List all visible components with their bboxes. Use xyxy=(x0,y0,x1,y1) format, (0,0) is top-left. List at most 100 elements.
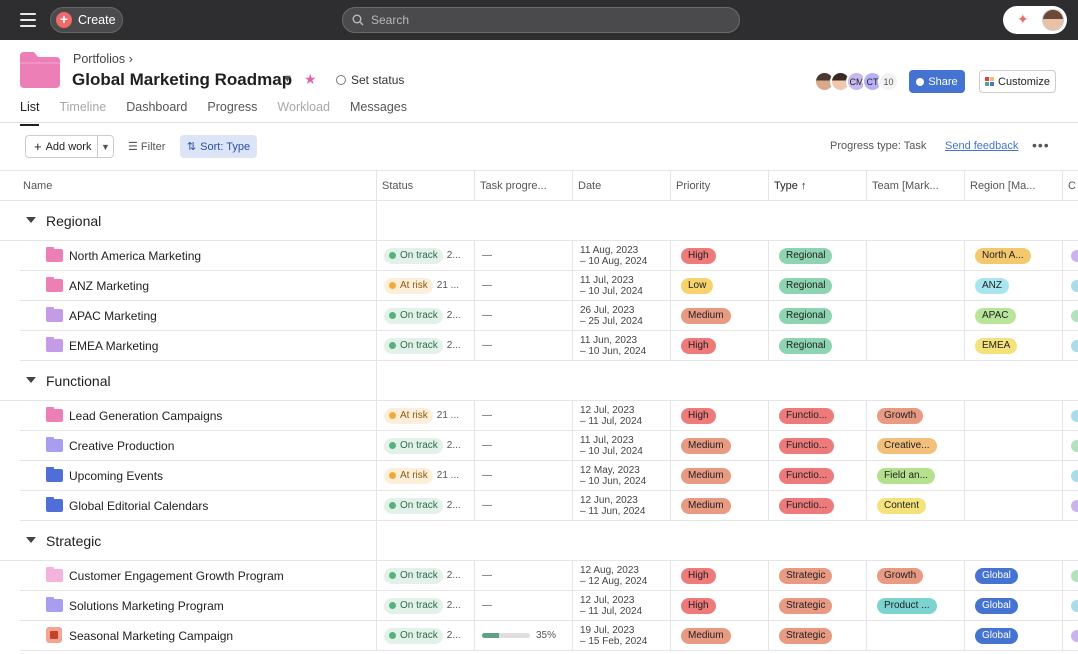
type-cell[interactable]: Functio... xyxy=(769,431,867,460)
tab-dashboard[interactable]: Dashboard xyxy=(126,100,187,122)
progress-cell[interactable]: — xyxy=(475,241,573,270)
type-cell[interactable]: Regional xyxy=(769,331,867,360)
priority-cell[interactable]: Medium xyxy=(671,301,769,330)
date-cell[interactable]: 26 Jul, 2023– 25 Jul, 2024 xyxy=(573,301,671,330)
name-cell[interactable]: North America Marketing xyxy=(20,241,377,270)
region-cell[interactable]: Global xyxy=(965,591,1063,620)
extra-cell[interactable] xyxy=(1063,621,1078,650)
priority-cell[interactable]: Medium xyxy=(671,491,769,520)
tab-progress[interactable]: Progress xyxy=(207,100,257,122)
table-row[interactable]: Creative Production On track 2... — 11 Jul, … xyxy=(20,431,1078,461)
type-cell[interactable]: Regional xyxy=(769,271,867,300)
sort-button[interactable]: ⇅ Sort: Type xyxy=(180,135,257,158)
create-button[interactable]: + Create xyxy=(50,7,123,33)
team-cell[interactable] xyxy=(867,331,965,360)
type-cell[interactable]: Functio... xyxy=(769,401,867,430)
priority-cell[interactable]: High xyxy=(671,401,769,430)
team-cell[interactable]: Growth xyxy=(867,561,965,590)
search-input[interactable]: Search xyxy=(342,7,740,33)
add-work-main[interactable]: + Add work xyxy=(26,136,98,157)
name-cell[interactable]: EMEA Marketing xyxy=(20,331,377,360)
priority-cell[interactable]: Medium xyxy=(671,621,769,650)
progress-cell[interactable]: — xyxy=(475,591,573,620)
row-name[interactable]: Global Editorial Calendars xyxy=(69,499,208,513)
table-row[interactable]: Solutions Marketing Program On track 2... —… xyxy=(20,591,1078,621)
row-name[interactable]: EMEA Marketing xyxy=(69,339,158,353)
table-row[interactable]: North America Marketing On track 2... — 11 A… xyxy=(20,241,1078,271)
status-cell[interactable]: At risk 21 ... xyxy=(377,461,475,490)
type-cell[interactable]: Functio... xyxy=(769,491,867,520)
status-cell[interactable]: At risk 21 ... xyxy=(377,401,475,430)
extra-cell[interactable] xyxy=(1063,591,1078,620)
name-cell[interactable]: Global Editorial Calendars xyxy=(20,491,377,520)
progress-type-selector[interactable]: Progress type: Task xyxy=(830,140,926,152)
name-cell[interactable]: Customer Engagement Growth Program xyxy=(20,561,377,590)
region-cell[interactable] xyxy=(965,401,1063,430)
date-cell[interactable]: 12 Jul, 2023– 11 Jul, 2024 xyxy=(573,591,671,620)
team-cell[interactable] xyxy=(867,621,965,650)
region-cell[interactable]: Global xyxy=(965,621,1063,650)
table-row[interactable]: APAC Marketing On track 2... — 26 Jul, 2023–… xyxy=(20,301,1078,331)
chevron-down-icon[interactable]: ▼ xyxy=(98,142,113,152)
section-header[interactable]: Regional xyxy=(0,201,1078,241)
type-cell[interactable]: Strategic xyxy=(769,591,867,620)
type-cell[interactable]: Functio... xyxy=(769,461,867,490)
progress-cell[interactable]: — xyxy=(475,331,573,360)
member-avatars[interactable]: CM CT 10 xyxy=(814,71,899,92)
name-cell[interactable]: Lead Generation Campaigns xyxy=(20,401,377,430)
extra-cell[interactable] xyxy=(1063,461,1078,490)
extra-cell[interactable] xyxy=(1063,271,1078,300)
progress-cell[interactable]: 35% xyxy=(475,621,573,650)
progress-cell[interactable]: — xyxy=(475,271,573,300)
section-header[interactable]: Functional xyxy=(0,361,1078,401)
filter-button[interactable]: ☰ Filter xyxy=(128,140,165,153)
extra-cell[interactable] xyxy=(1063,331,1078,360)
account-button[interactable]: ✦ xyxy=(1003,6,1067,34)
table-row[interactable]: EMEA Marketing On track 2... — 11 Jun, 2023–… xyxy=(20,331,1078,361)
progress-cell[interactable]: — xyxy=(475,431,573,460)
row-name[interactable]: North America Marketing xyxy=(69,249,201,263)
table-row[interactable]: Upcoming Events At risk 21 ... — 12 May, 202… xyxy=(20,461,1078,491)
column-header-task-progress[interactable]: Task progre... xyxy=(475,171,573,201)
date-cell[interactable]: 12 Jun, 2023– 11 Jun, 2024 xyxy=(573,491,671,520)
caret-down-icon[interactable] xyxy=(26,377,36,383)
name-cell[interactable]: ANZ Marketing xyxy=(20,271,377,300)
row-name[interactable]: Lead Generation Campaigns xyxy=(69,409,222,423)
extra-cell[interactable] xyxy=(1063,561,1078,590)
row-name[interactable]: Upcoming Events xyxy=(69,469,163,483)
more-options-icon[interactable]: ••• xyxy=(1032,137,1050,153)
tab-list[interactable]: List xyxy=(20,100,40,126)
tab-timeline[interactable]: Timeline xyxy=(59,100,106,122)
row-name[interactable]: Customer Engagement Growth Program xyxy=(69,569,284,583)
column-header-name[interactable]: Name xyxy=(18,171,377,201)
progress-cell[interactable]: — xyxy=(475,301,573,330)
row-name[interactable]: APAC Marketing xyxy=(69,309,157,323)
extra-cell[interactable] xyxy=(1063,401,1078,430)
status-cell[interactable]: On track 2... xyxy=(377,561,475,590)
status-cell[interactable]: On track 2... xyxy=(377,621,475,650)
table-row[interactable]: Global Editorial Calendars On track 2... — 1… xyxy=(20,491,1078,521)
date-cell[interactable]: 12 May, 2023– 10 Jun, 2024 xyxy=(573,461,671,490)
progress-cell[interactable]: — xyxy=(475,561,573,590)
team-cell[interactable]: Creative... xyxy=(867,431,965,460)
priority-cell[interactable]: Medium xyxy=(671,461,769,490)
row-name[interactable]: Seasonal Marketing Campaign xyxy=(69,629,233,643)
status-cell[interactable]: On track 2... xyxy=(377,331,475,360)
region-cell[interactable] xyxy=(965,461,1063,490)
row-name[interactable]: ANZ Marketing xyxy=(69,279,149,293)
customize-button[interactable]: Customize xyxy=(979,70,1056,93)
name-cell[interactable]: Creative Production xyxy=(20,431,377,460)
priority-cell[interactable]: High xyxy=(671,331,769,360)
table-row[interactable]: Seasonal Marketing Campaign On track 2... 3… xyxy=(20,621,1078,651)
extra-cell[interactable] xyxy=(1063,491,1078,520)
column-header-extra[interactable]: C xyxy=(1063,171,1078,201)
table-row[interactable]: Customer Engagement Growth Program On tra… xyxy=(20,561,1078,591)
priority-cell[interactable]: High xyxy=(671,561,769,590)
priority-cell[interactable]: High xyxy=(671,591,769,620)
row-name[interactable]: Solutions Marketing Program xyxy=(69,599,224,613)
date-cell[interactable]: 11 Jul, 2023– 10 Jul, 2024 xyxy=(573,271,671,300)
status-cell[interactable]: At risk 21 ... xyxy=(377,271,475,300)
add-work-button[interactable]: + Add work ▼ xyxy=(25,135,114,158)
team-cell[interactable] xyxy=(867,301,965,330)
priority-cell[interactable]: High xyxy=(671,241,769,270)
